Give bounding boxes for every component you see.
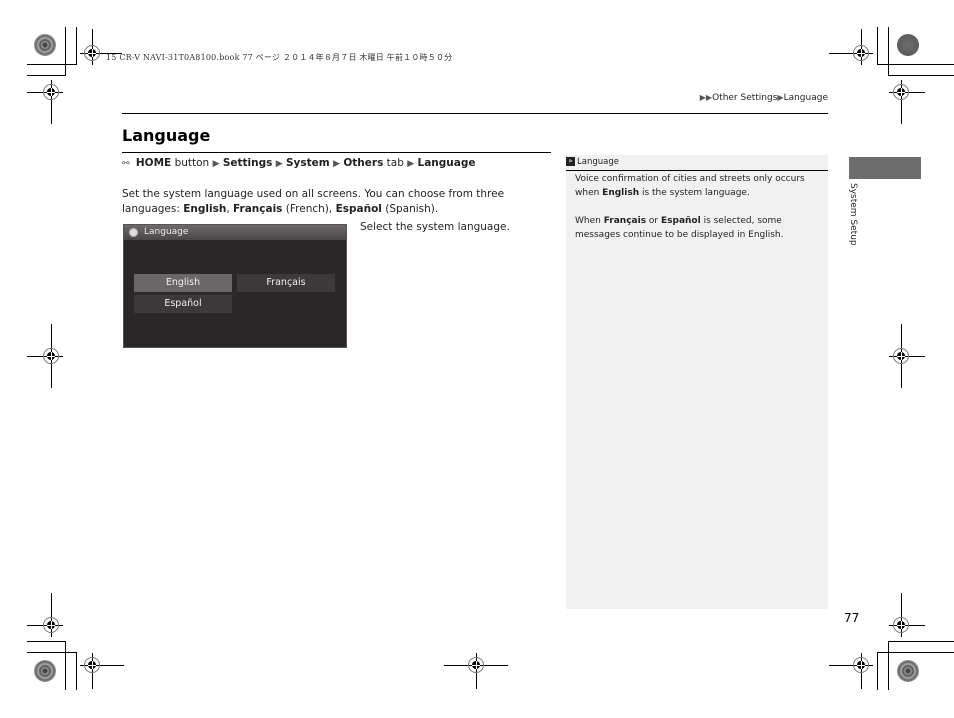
note-heading: » Language [566, 155, 828, 169]
option-francais: Français [233, 203, 283, 215]
print-header: 15 CR-V NAVI-31T0A8100.book 77 ページ ２０１４年… [106, 53, 453, 62]
color-target-icon [897, 660, 919, 682]
crop-mark [889, 641, 954, 642]
crop-mark [65, 641, 66, 690]
note-text-run: is the system language. [639, 188, 750, 198]
crop-mark [76, 652, 77, 690]
espanol-button[interactable]: Español [134, 295, 232, 313]
running-head-section: Other Settings [712, 93, 778, 103]
color-target-icon [34, 34, 56, 56]
page-number: 77 [844, 611, 860, 625]
option-gloss: (French) [285, 203, 329, 215]
note-text: Voice confirmation of cities and streets… [575, 172, 825, 256]
nav-step-system: System [286, 157, 330, 169]
running-head-topic: Language [783, 93, 828, 103]
note-heading-text: Language [577, 157, 619, 167]
screen-caption: Select the system language. [360, 221, 510, 233]
language-screen-image: Language English Français Español [123, 224, 347, 348]
crop-mark [27, 75, 65, 76]
chapter-tab [849, 157, 921, 179]
running-head: ▶▶Other Settings▶Language [700, 93, 828, 103]
crop-mark [878, 652, 954, 653]
crop-mark [27, 652, 76, 653]
home-button-icon: ⚯ [122, 159, 130, 169]
arrow-icon: ▶ [212, 159, 220, 169]
crop-mark [888, 27, 889, 76]
screen-title-bar: Language [124, 225, 346, 240]
chapter-label: System Setup [848, 183, 858, 246]
note-rule [566, 170, 828, 171]
note-chevron-icon: » [566, 157, 575, 166]
crop-mark [878, 64, 954, 65]
crop-mark [27, 64, 76, 65]
note-bold-francais: Français [603, 216, 647, 226]
nav-step-suffix: button [171, 157, 210, 169]
crop-mark [889, 75, 954, 76]
crop-mark [65, 27, 66, 76]
title-rule [122, 152, 551, 153]
nav-step-others: Others [343, 157, 384, 169]
note-paragraph: When Français or Español is selected, so… [575, 214, 825, 242]
header-rule [122, 113, 828, 114]
nav-step-settings: Settings [222, 157, 273, 169]
arrow-icon: ▶ [275, 159, 283, 169]
crop-mark [877, 652, 878, 690]
color-target-icon [897, 34, 919, 56]
crop-mark [76, 27, 77, 65]
settings-gear-icon [129, 228, 138, 237]
navigation-path: ⚯ HOME button ▶ Settings ▶ System ▶ Othe… [122, 157, 475, 169]
arrow-icon: ▶ [407, 159, 415, 169]
screen-title: Language [144, 227, 189, 237]
color-target-icon [34, 660, 56, 682]
option-gloss: (Spanish) [385, 203, 435, 215]
nav-step-suffix: tab [383, 157, 404, 169]
english-button[interactable]: English [134, 274, 232, 292]
body-paragraph: Set the system language used on all scre… [122, 188, 505, 215]
page-title: Language [122, 126, 211, 145]
nav-step-language: Language [417, 157, 476, 169]
nav-step-home: HOME [135, 157, 172, 169]
note-bold-english: English [602, 188, 640, 198]
francais-button[interactable]: Français [237, 274, 335, 292]
crop-mark [27, 641, 65, 642]
note-text-run: When [575, 216, 604, 226]
double-arrow-icon: ▶▶ [699, 93, 713, 102]
note-bold-espanol: Español [661, 216, 701, 226]
arrow-icon: ▶ [333, 159, 341, 169]
crop-mark [877, 27, 878, 65]
note-text-run: or [646, 216, 661, 226]
option-espanol: Español [335, 203, 382, 215]
crop-mark [888, 641, 889, 690]
note-paragraph: Voice confirmation of cities and streets… [575, 172, 825, 200]
option-english: English [183, 203, 227, 215]
